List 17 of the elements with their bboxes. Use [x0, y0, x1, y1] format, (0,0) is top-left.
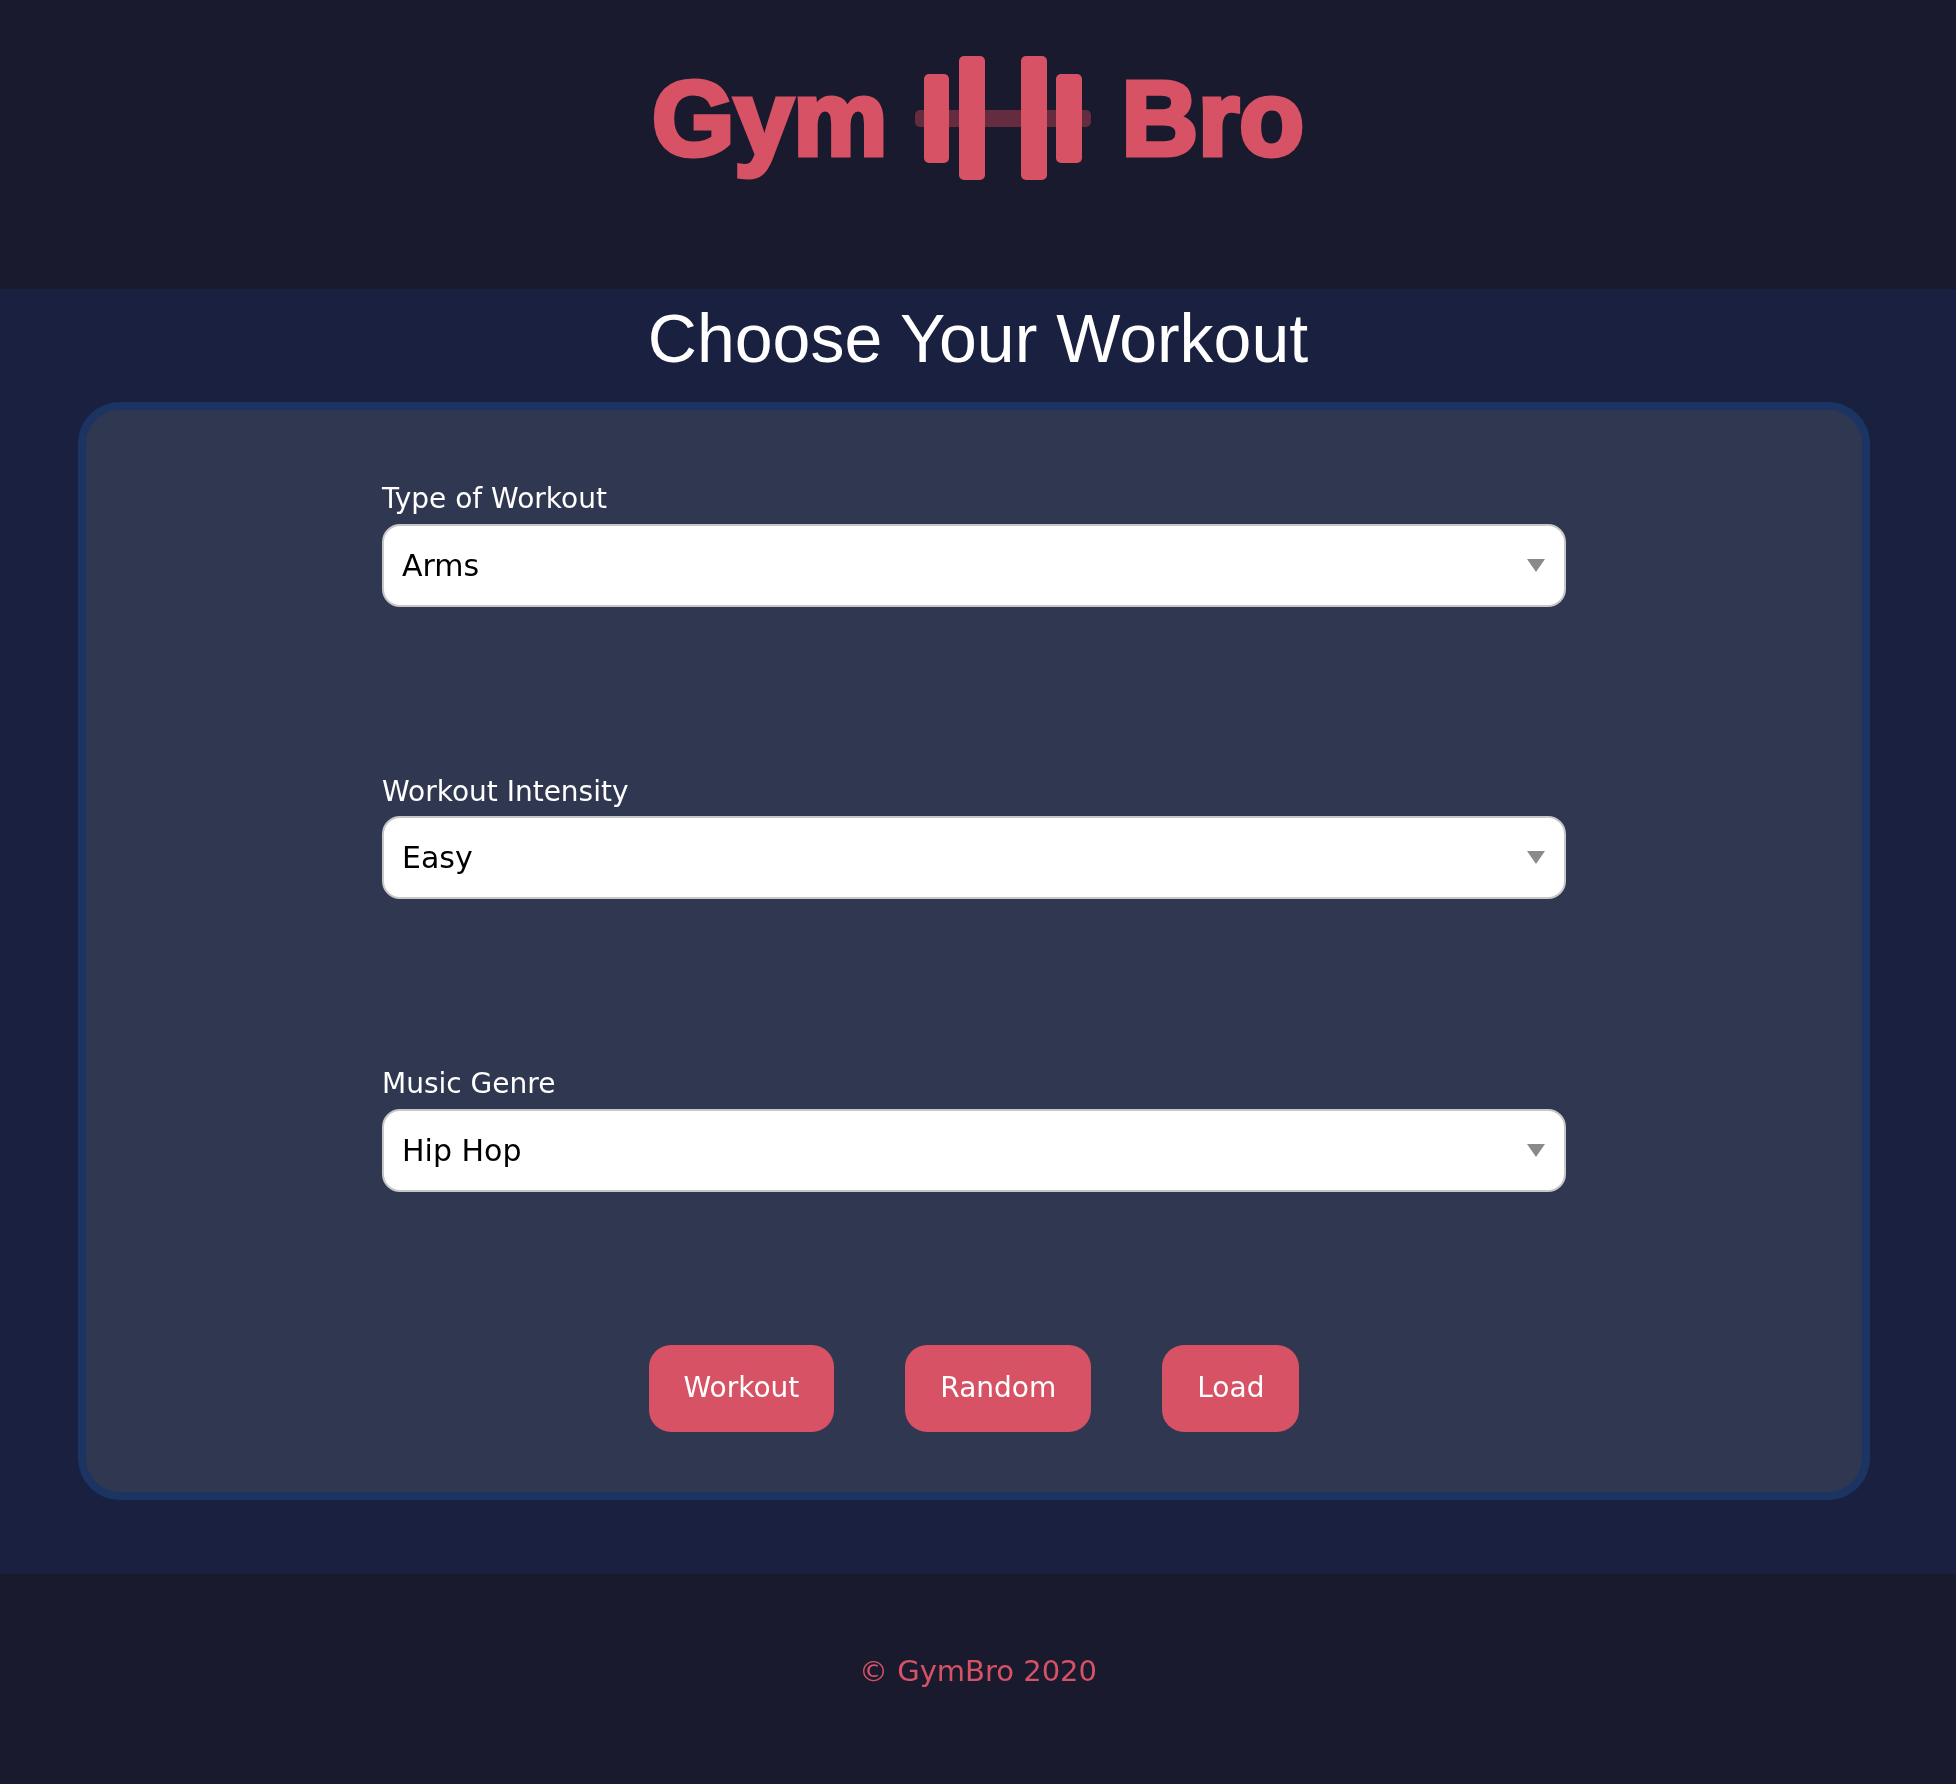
- page-title: Choose Your Workout: [647, 304, 1309, 372]
- dumbbell-icon: [914, 56, 1091, 180]
- field-label: Music Genre: [382, 1067, 556, 1101]
- caret-down-icon: [1527, 558, 1545, 572]
- logo-text: Gym: [650, 57, 889, 179]
- load-button[interactable]: Load: [1162, 1344, 1300, 1432]
- caret-down-icon: [1527, 1143, 1545, 1157]
- logo-text: Bro: [1120, 57, 1306, 179]
- random-button[interactable]: Random: [905, 1344, 1092, 1432]
- dropdown[interactable]: Hip Hop: [382, 1108, 1566, 1192]
- dropdown[interactable]: Arms: [382, 523, 1566, 607]
- copyright-text: © GymBro 2020: [858, 1654, 1097, 1689]
- field-label: Type of Workout: [382, 482, 607, 516]
- dropdown[interactable]: Easy: [382, 816, 1566, 900]
- workout-button[interactable]: Workout: [648, 1344, 835, 1432]
- field-label: Workout Intensity: [382, 774, 629, 809]
- caret-down-icon: [1527, 851, 1545, 865]
